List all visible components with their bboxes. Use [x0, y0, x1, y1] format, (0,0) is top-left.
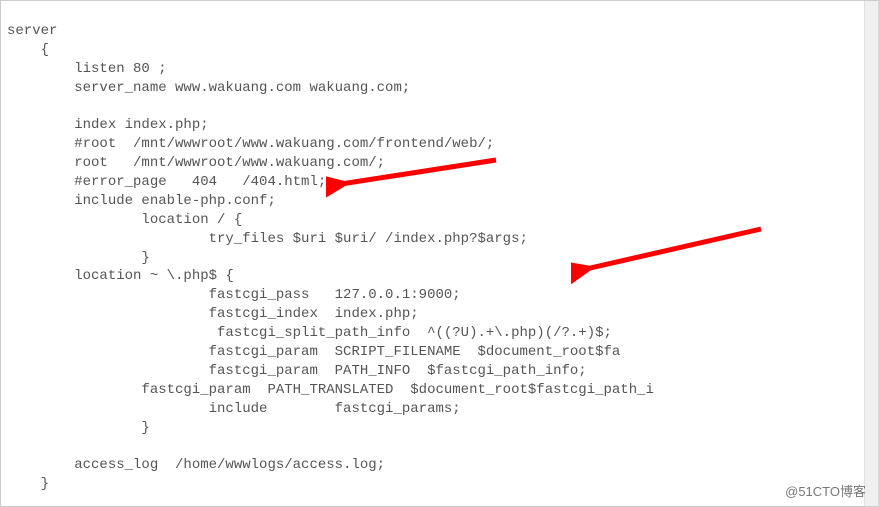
code-line: fastcgi_pass 127.0.0.1:9000;: [7, 287, 461, 303]
code-line: include fastcgi_params;: [7, 401, 461, 417]
code-line: fastcgi_index index.php;: [7, 306, 419, 322]
code-line: fastcgi_param PATH_INFO $fastcgi_path_in…: [7, 363, 587, 379]
code-line: }: [7, 250, 150, 266]
code-line: listen 80 ;: [7, 61, 167, 77]
code-line: location / {: [7, 212, 242, 228]
code-line: }: [7, 420, 150, 436]
code-line: fastcgi_split_path_info ^((?U).+\.php)(/…: [7, 325, 612, 341]
code-line: server_name www.wakuang.com wakuang.com;: [7, 80, 410, 96]
code-line: fastcgi_param PATH_TRANSLATED $document_…: [7, 382, 654, 398]
code-line: location ~ \.php$ {: [7, 268, 234, 284]
code-line: fastcgi_param SCRIPT_FILENAME $document_…: [7, 344, 620, 360]
code-line: include enable-php.conf;: [7, 193, 276, 209]
code-line: index index.php;: [7, 117, 209, 133]
watermark: @51CTO博客: [785, 481, 866, 500]
code-line: {: [7, 42, 49, 58]
code-block: server { listen 80 ; server_name www.wak…: [1, 1, 878, 494]
code-line: access_log /home/wwwlogs/access.log;: [7, 457, 385, 473]
code-line: try_files $uri $uri/ /index.php?$args;: [7, 231, 528, 247]
code-line: server: [7, 23, 57, 39]
code-line: }: [7, 476, 49, 492]
code-line: #root /mnt/wwwroot/www.wakuang.com/front…: [7, 136, 494, 152]
code-line: root /mnt/wwwroot/www.wakuang.com/;: [7, 155, 385, 171]
code-line: #error_page 404 /404.html;: [7, 174, 326, 190]
scrollbar[interactable]: [864, 1, 878, 506]
